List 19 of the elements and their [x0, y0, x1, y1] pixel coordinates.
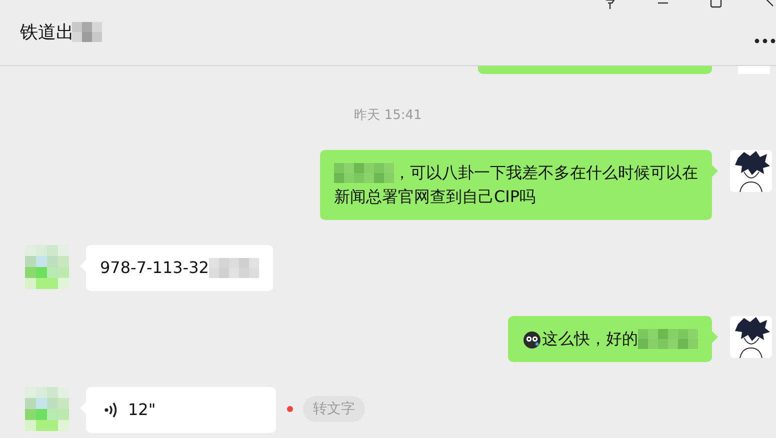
- avatar: [738, 66, 770, 74]
- blurred-text: [638, 329, 698, 349]
- chat-title: 铁道出: [20, 20, 74, 44]
- timestamp: 昨天 15:41: [354, 107, 422, 124]
- avatar[interactable]: [730, 150, 772, 192]
- blurred-text: [208, 258, 259, 278]
- avatar[interactable]: [730, 316, 772, 358]
- message-text: 这么快，好的: [542, 328, 638, 350]
- voice-duration: 12": [128, 399, 156, 421]
- message-text: ，可以八卦一下我差不多在什么时候可以在: [394, 162, 698, 184]
- maximize-icon[interactable]: [709, 0, 723, 10]
- emoji-icon: [522, 329, 542, 349]
- message-text: 新闻总署官网查到自己CIP吗: [334, 186, 536, 208]
- voice-icon: [104, 401, 118, 419]
- blurred-text: [72, 22, 102, 42]
- more-icon[interactable]: [754, 38, 776, 44]
- message-text: 978-7-113-32: [100, 257, 209, 279]
- pin-icon[interactable]: [603, 0, 617, 10]
- blurred-text: [334, 163, 394, 183]
